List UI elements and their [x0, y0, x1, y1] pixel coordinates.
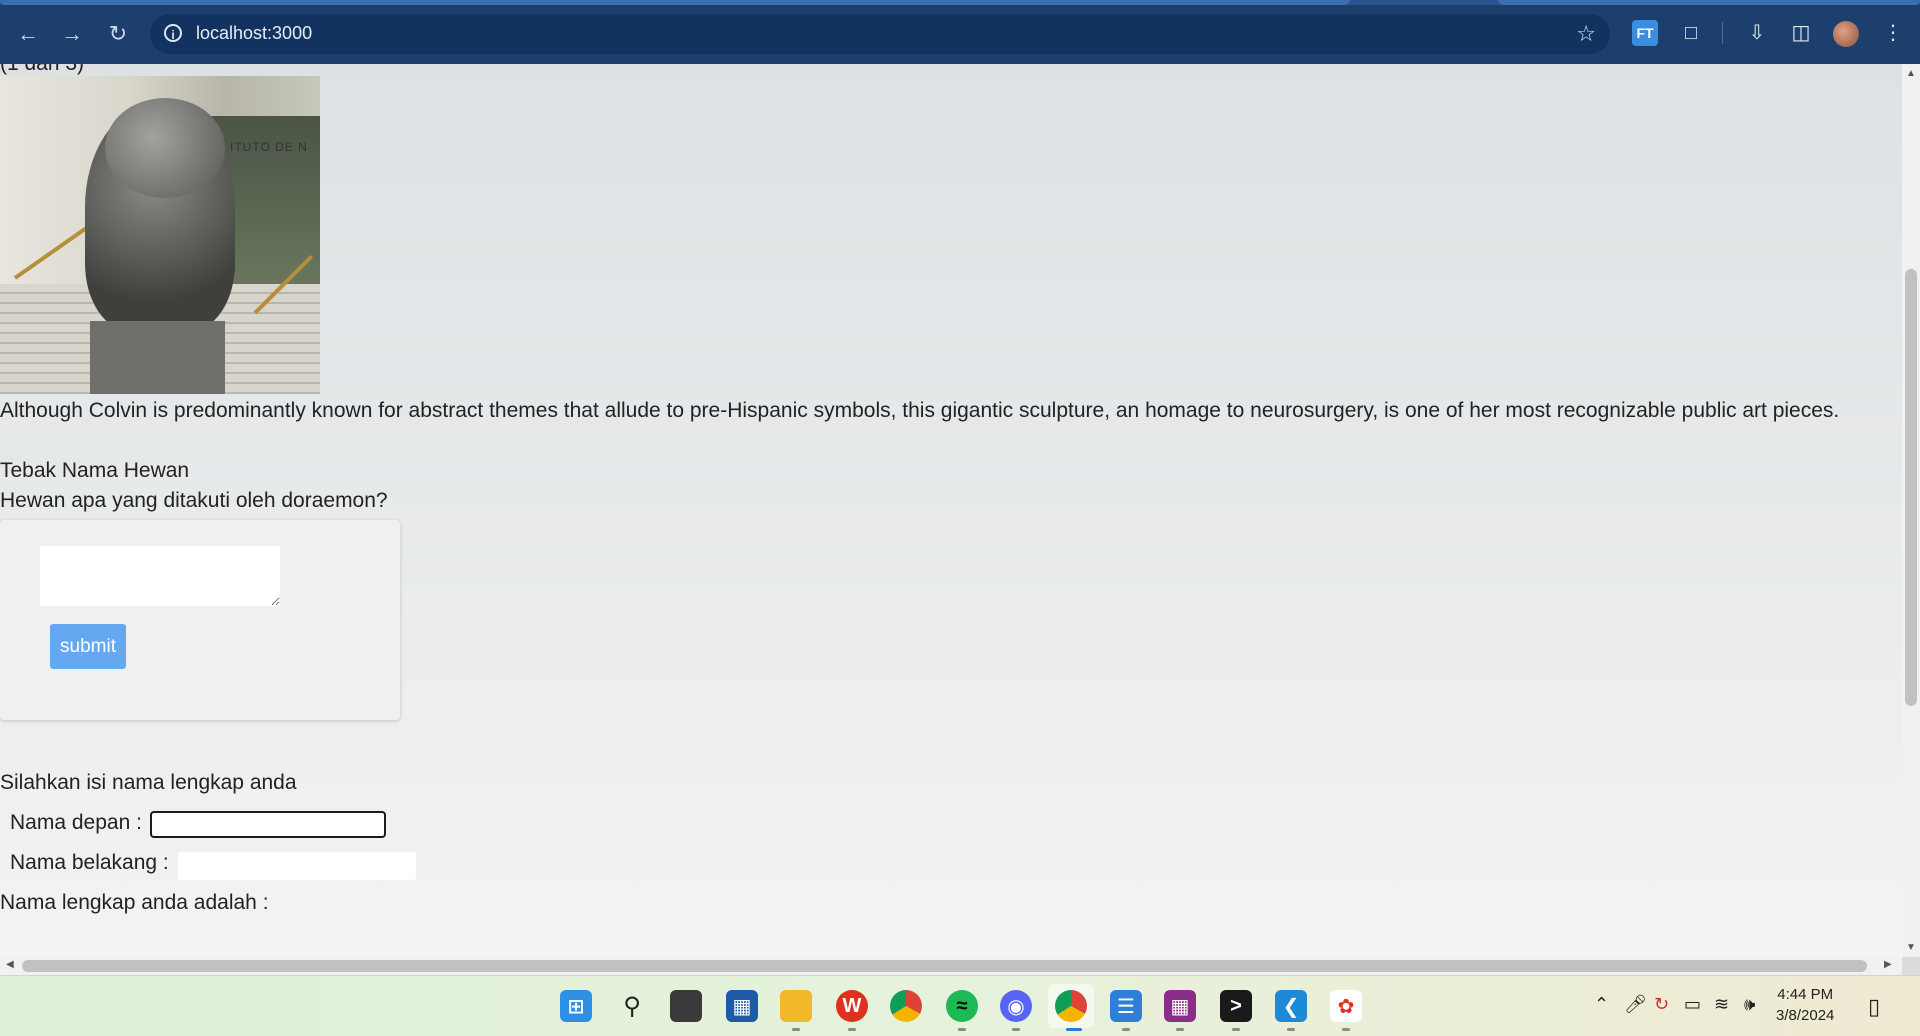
download-icon[interactable]: ⇩: [1744, 20, 1770, 46]
windows-taskbar: ⊞ ⚲ ▦ W ≈ ◉ ☰ ▦ > ❮ ✿ ⌃ 🎤︎ ↻ ▭ ≋ 🕪︎ 4:44…: [0, 975, 1920, 1036]
taskbar-running-indicator: [1066, 1028, 1082, 1031]
taskbar-running-indicator: [1342, 1028, 1350, 1031]
name-form-prompt: Silahkan isi nama lengkap anda: [0, 771, 297, 794]
search-icon[interactable]: ⚲: [616, 990, 648, 1022]
address-bar[interactable]: i localhost:3000 ☆: [150, 14, 1610, 54]
notification-icon[interactable]: ▯: [1868, 994, 1880, 1020]
winrar-icon[interactable]: ▦: [1164, 990, 1196, 1022]
task-view-icon[interactable]: [670, 990, 702, 1022]
tray-overflow-chevron-icon[interactable]: ⌃: [1594, 994, 1609, 1015]
widgets-icon[interactable]: ▦: [726, 990, 758, 1022]
file-explorer-icon[interactable]: [780, 990, 812, 1022]
first-name-label: Nama depan :: [10, 811, 142, 834]
submit-button[interactable]: submit: [50, 624, 126, 669]
clock-time: 4:44 PM: [1777, 986, 1834, 1003]
browser-toolbar: ← → ↻ i localhost:3000 ☆ FT □ ⇩ ◫ ⋮: [0, 0, 1920, 64]
side-panel-icon[interactable]: ◫: [1788, 20, 1814, 46]
page-counter-text: (1 dari 3): [0, 64, 84, 76]
wps-office-icon[interactable]: W: [836, 990, 868, 1022]
taskbar-running-indicator: [848, 1028, 856, 1031]
extensions-puzzle-icon[interactable]: □: [1678, 20, 1704, 46]
image-sculpture-brain: [105, 98, 225, 198]
bookmark-star-icon[interactable]: ☆: [1576, 21, 1596, 47]
tab-strip-tab[interactable]: [1498, 0, 1920, 5]
answer-textarea[interactable]: [40, 546, 280, 606]
site-info-icon[interactable]: i: [164, 24, 182, 42]
taskbar-running-indicator: [958, 1028, 966, 1031]
clock-date: 3/8/2024: [1776, 1007, 1835, 1024]
reload-icon[interactable]: ↻: [104, 20, 132, 48]
battery-icon[interactable]: ▭: [1684, 994, 1701, 1015]
sculpture-image: ITUTO DE N: [0, 76, 320, 394]
image-pedestal: [90, 321, 225, 394]
vertical-scroll-thumb[interactable]: [1905, 269, 1917, 706]
microphone-icon[interactable]: 🎤︎: [1624, 994, 1647, 1015]
scroll-down-arrow-icon[interactable]: ▼: [1906, 942, 1916, 953]
url-text[interactable]: localhost:3000: [196, 23, 312, 44]
notepad-icon[interactable]: ☰: [1110, 990, 1142, 1022]
last-name-input[interactable]: [178, 852, 416, 880]
menu-kebab-icon[interactable]: ⋮: [1880, 20, 1906, 46]
image-caption: Although Colvin is predominantly known f…: [0, 399, 1840, 422]
system-clock[interactable]: 4:44 PM 3/8/2024: [1776, 984, 1834, 1026]
image-sign-text: ITUTO DE N: [230, 140, 308, 154]
taskbar-running-indicator: [1232, 1028, 1240, 1031]
first-name-input[interactable]: [150, 811, 386, 838]
last-name-label: Nama belakang :: [10, 851, 169, 874]
volume-icon[interactable]: 🕪︎: [1744, 994, 1755, 1015]
profile-avatar[interactable]: [1833, 21, 1859, 47]
taskbar-running-indicator: [1012, 1028, 1020, 1031]
spotify-icon[interactable]: ≈: [946, 990, 978, 1022]
taskbar-running-indicator: [1176, 1028, 1184, 1031]
vertical-scrollbar[interactable]: ▲ ▼: [1902, 64, 1920, 957]
chrome-active-icon[interactable]: [1055, 990, 1087, 1022]
horizontal-scrollbar[interactable]: ◀ ▶: [0, 957, 1902, 975]
quiz-card: submit: [0, 520, 400, 720]
taskbar-running-indicator: [792, 1028, 800, 1031]
paint-icon[interactable]: ✿: [1330, 990, 1362, 1022]
chrome-icon[interactable]: [890, 990, 922, 1022]
quiz-title: Tebak Nama Hewan: [0, 459, 190, 482]
back-icon[interactable]: ←: [14, 20, 42, 48]
discord-icon[interactable]: ◉: [1000, 990, 1032, 1022]
tab-strip-tab[interactable]: [0, 0, 1350, 5]
quiz-question: Hewan apa yang ditakuti oleh doraemon?: [0, 489, 388, 512]
vscode-icon[interactable]: ❮: [1275, 990, 1307, 1022]
scrollbar-corner: [1902, 957, 1920, 975]
windows-start-icon[interactable]: ⊞: [560, 990, 592, 1022]
toolbar-divider: [1722, 22, 1723, 44]
scroll-up-arrow-icon[interactable]: ▲: [1906, 68, 1916, 79]
scroll-right-arrow-icon[interactable]: ▶: [1884, 959, 1892, 970]
taskbar-running-indicator: [1122, 1028, 1130, 1031]
wifi-icon[interactable]: ≋: [1714, 994, 1729, 1015]
horizontal-scroll-thumb[interactable]: [22, 960, 1867, 972]
taskbar-running-indicator: [1287, 1028, 1295, 1031]
scroll-left-arrow-icon[interactable]: ◀: [6, 959, 14, 970]
extension-ft-icon[interactable]: FT: [1632, 20, 1658, 46]
page-content: (1 dari 3) ITUTO DE N Although Colvin is…: [0, 64, 1902, 957]
sync-icon[interactable]: ↻: [1654, 994, 1669, 1015]
terminal-icon[interactable]: >: [1220, 990, 1252, 1022]
full-name-output: Nama lengkap anda adalah :: [0, 891, 269, 914]
forward-icon[interactable]: →: [58, 20, 86, 48]
